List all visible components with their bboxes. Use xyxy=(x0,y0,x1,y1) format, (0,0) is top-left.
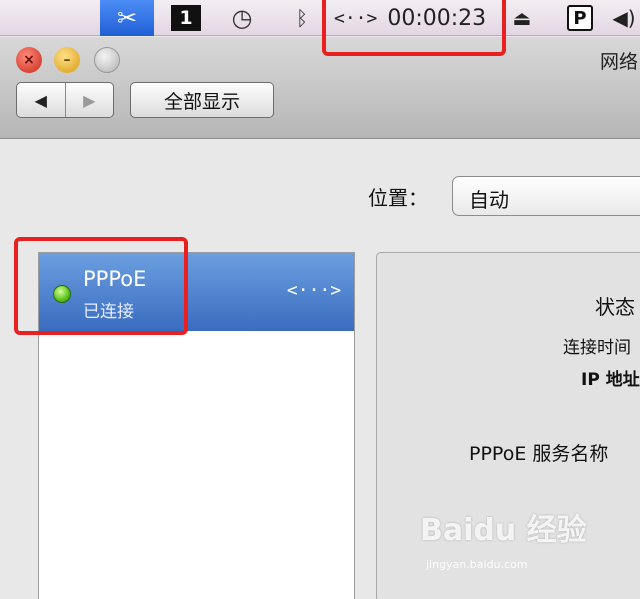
p-icon[interactable]: P xyxy=(564,0,596,36)
space-number-icon[interactable]: 1 xyxy=(168,0,204,36)
p-label: P xyxy=(567,5,593,31)
baidu-watermark-url: jingyan.baidu.com xyxy=(426,558,528,571)
time-machine-icon[interactable]: ◷ xyxy=(222,0,262,36)
window-title: 网络 xyxy=(600,51,639,73)
service-item-pppoe[interactable]: PPPoE 已连接 <···> xyxy=(39,253,354,331)
minimize-icon[interactable]: – xyxy=(54,47,80,73)
connect-time-label: 连接时间 xyxy=(563,338,631,358)
pppoe-service-name-label: PPPoE 服务名称 xyxy=(469,443,609,465)
service-list: PPPoE 已连接 <···> xyxy=(38,252,355,599)
baidu-watermark: Baidu 经验 xyxy=(420,513,587,548)
service-name: PPPoE xyxy=(83,267,147,291)
space-number: 1 xyxy=(171,5,201,31)
location-label: 位置： xyxy=(368,186,428,210)
location-select[interactable]: 自动 xyxy=(452,176,640,216)
ip-address-label: IP 地址 xyxy=(581,370,640,390)
menu-bar: ✂ 1 ◷ ᛒ <··> 00:00:23 ⏏ P ◀) xyxy=(0,0,640,36)
forward-button[interactable]: ▶ xyxy=(64,83,114,117)
ppp-connection-menu[interactable]: <··> 00:00:23 xyxy=(334,0,494,36)
ppp-service-icon: <···> xyxy=(286,279,342,301)
back-button[interactable]: ◀ xyxy=(17,83,65,117)
status-indicator-icon xyxy=(53,285,71,303)
scissors-icon[interactable]: ✂ xyxy=(100,0,154,36)
close-icon[interactable]: × xyxy=(16,47,42,73)
zoom-icon[interactable] xyxy=(94,47,120,73)
connection-timer: 00:00:23 xyxy=(387,5,487,31)
eject-icon[interactable]: ⏏ xyxy=(502,0,542,36)
service-status: 已连接 xyxy=(83,302,134,322)
back-forward-control: ◀ ▶ xyxy=(16,82,114,118)
show-all-button[interactable]: 全部显示 xyxy=(130,82,274,118)
status-label: 状态 xyxy=(595,295,635,319)
window-toolbar: × – 网络 ◀ ▶ 全部显示 xyxy=(0,37,640,139)
volume-icon[interactable]: ◀) xyxy=(608,0,640,36)
bluetooth-icon[interactable]: ᛒ xyxy=(282,0,322,36)
ppp-connection-icon: <··> xyxy=(334,7,378,29)
